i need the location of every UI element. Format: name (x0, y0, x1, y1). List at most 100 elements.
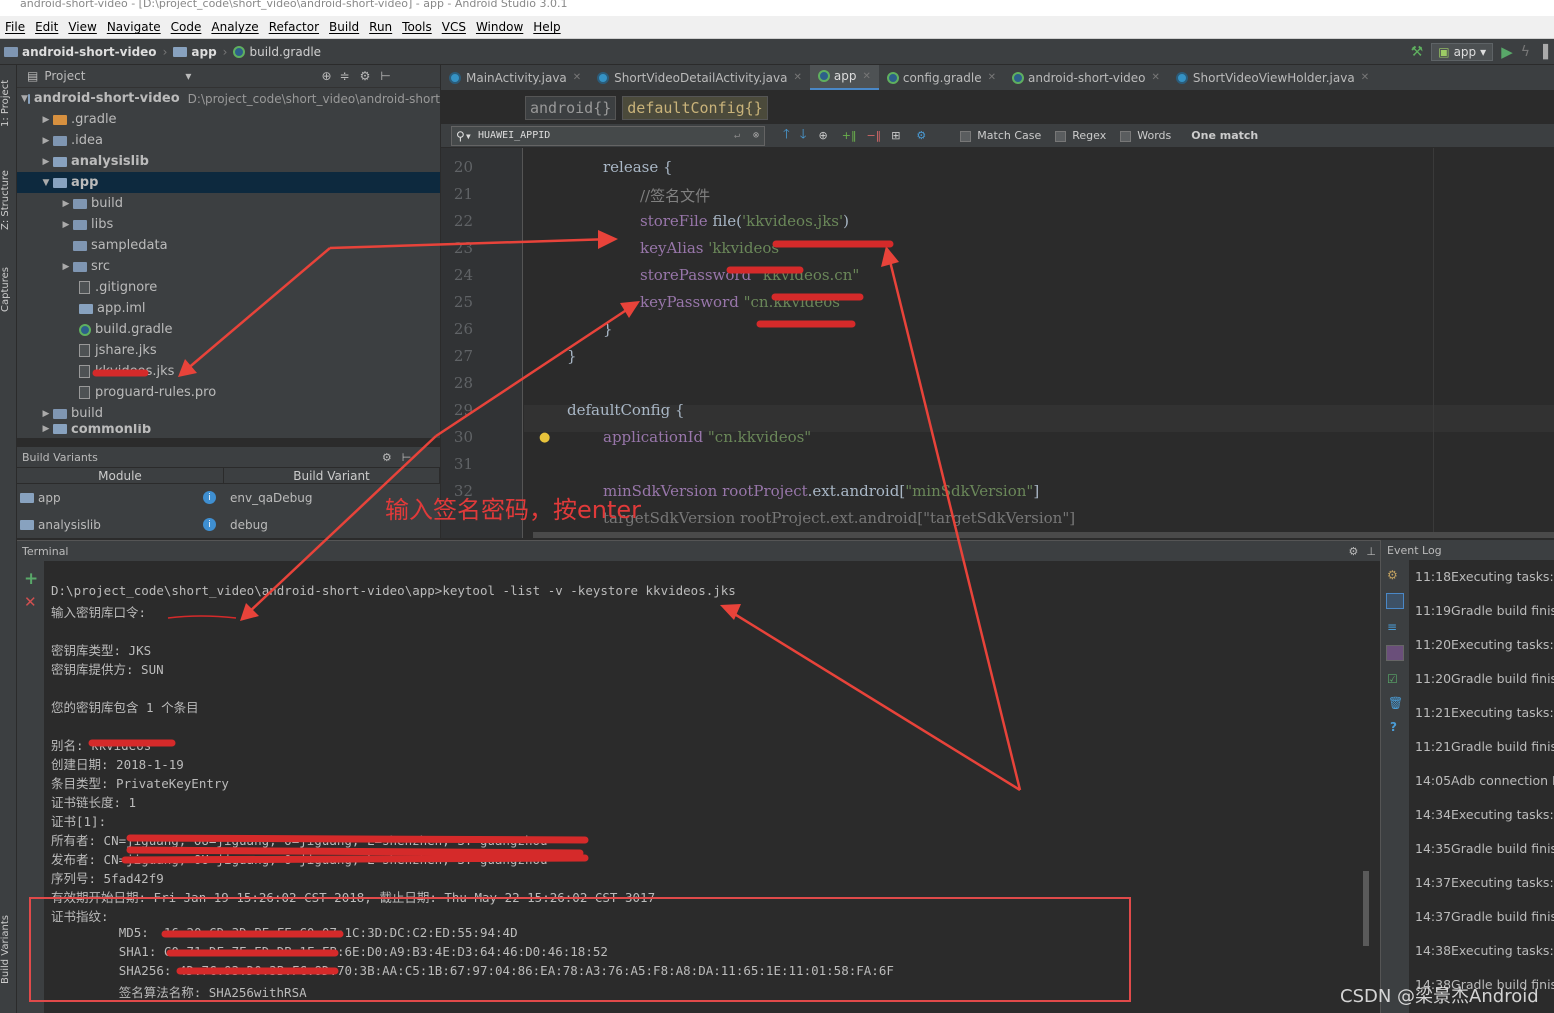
hide-icon[interactable]: ⊥ (1366, 545, 1376, 558)
tab-captures[interactable]: Captures (0, 255, 17, 325)
hide-icon[interactable]: ⊢ (380, 69, 390, 83)
tab-main-activity[interactable]: MainActivity.java ✕ (441, 65, 589, 90)
expand-arrow-icon[interactable]: ▼ (39, 178, 53, 188)
menu-refactor[interactable]: Refactor (264, 20, 324, 34)
menu-tools[interactable]: Tools (397, 20, 437, 34)
menu-edit[interactable]: Edit (30, 20, 63, 34)
menu-build[interactable]: Build (324, 20, 364, 34)
menu-vcs[interactable]: VCS (437, 20, 471, 34)
expand-arrow-icon[interactable]: ▶ (59, 199, 73, 209)
nav-file[interactable]: build.gradle (229, 45, 325, 59)
run-icon[interactable]: ▶ (1501, 43, 1513, 61)
hammer-icon[interactable]: ⚒ (1411, 44, 1424, 60)
gear-icon[interactable]: ⚙ (382, 451, 392, 464)
select-all-icon[interactable]: ⊞ (891, 129, 900, 142)
event-log-row[interactable]: 14:37Executing tasks: [:a (1415, 875, 1554, 890)
trash-icon[interactable]: 🗑 (1388, 696, 1403, 710)
settings-icon[interactable]: ⚙ (1387, 568, 1398, 582)
expand-arrow-icon[interactable]: ▶ (59, 262, 73, 272)
tab-short-video-detail[interactable]: ShortVideoDetailActivity.java ✕ (589, 65, 810, 90)
tree-root[interactable]: ▼ android-short-video D:\project_code\shor… (17, 88, 440, 109)
menu-window[interactable]: Window (471, 20, 528, 34)
expand-arrow-icon[interactable]: ▶ (39, 409, 53, 419)
expand-arrow-icon[interactable]: ▶ (39, 157, 53, 167)
tree-item[interactable]: sampledata (17, 235, 440, 256)
tab-config-gradle[interactable]: config.gradle ✕ (879, 65, 1004, 90)
tree-item[interactable]: ▶ commonlib (17, 424, 440, 434)
tab-view-holder[interactable]: ShortVideoViewHolder.java ✕ (1168, 65, 1377, 90)
tree-item[interactable]: ▶ build (17, 403, 440, 424)
tree-item[interactable]: ▶ libs (17, 214, 440, 235)
chevron-down-icon[interactable]: ▾ (185, 69, 191, 83)
close-icon[interactable]: ✕ (1361, 72, 1369, 83)
menu-navigate[interactable]: Navigate (102, 20, 166, 34)
close-icon[interactable]: ✕ (988, 72, 996, 83)
run-config-select[interactable]: ▣ app ▾ (1431, 43, 1494, 61)
menu-file[interactable]: File (0, 20, 30, 34)
event-log-row[interactable]: 14:34Executing tasks: [:a (1415, 807, 1554, 822)
event-log-row[interactable]: 14:35Gradle build finish (1415, 841, 1554, 856)
event-log-row[interactable]: 14:05Adb connection Er (1415, 773, 1554, 788)
event-log-row[interactable]: 11:21Gradle build finish (1415, 739, 1554, 754)
arrow-up-icon[interactable]: 🡑 (783, 125, 790, 147)
stop-icon[interactable]: ▐ (1538, 45, 1548, 60)
lightning-icon[interactable]: ϟ (1521, 44, 1530, 60)
expand-arrow-icon[interactable]: ▼ (21, 94, 28, 104)
expand-arrow-icon[interactable]: ▶ (39, 424, 53, 434)
event-log-row[interactable]: 14:37Gradle build finish (1415, 909, 1554, 924)
event-log-row[interactable]: 11:20Executing tasks: [:a (1415, 637, 1554, 652)
arrow-down-icon[interactable]: 🡓 (800, 125, 807, 147)
match-case-checkbox[interactable]: Match Case (960, 129, 1041, 142)
close-icon[interactable]: ✕ (573, 72, 581, 83)
close-icon[interactable]: ✕ (862, 71, 870, 82)
menu-help[interactable]: Help (528, 20, 565, 34)
close-icon[interactable]: ✕ (1152, 72, 1160, 83)
event-log-row[interactable]: 14:38Executing tasks: [:a (1415, 943, 1554, 958)
event-log-row[interactable]: 11:19Gradle build finish (1415, 603, 1554, 618)
help-icon[interactable]: ? (1390, 720, 1397, 734)
mark-read-icon[interactable]: ☑ (1387, 672, 1398, 686)
bulb-icon[interactable]: ● (539, 430, 550, 445)
add-icon[interactable]: + (24, 569, 38, 589)
search-input[interactable]: ⚲▾ HUAWEI_APPID ↵ ⊗ (451, 125, 765, 146)
tab-build-variants[interactable]: Build Variants (0, 905, 17, 995)
filter-icon[interactable]: ≡ (1387, 620, 1397, 634)
table-row[interactable]: analysislib i debug (17, 511, 440, 538)
close-icon[interactable]: ✕ (793, 72, 801, 83)
tab-project-gradle[interactable]: android-short-video ✕ (1004, 65, 1168, 90)
tree-item[interactable]: ▶ .idea (17, 130, 440, 151)
tree-item[interactable]: build.gradle (17, 319, 440, 340)
add-occurrence-icon[interactable]: +‖ (842, 129, 857, 142)
hide-icon[interactable]: ⊢ (402, 451, 412, 464)
col-build-variant[interactable]: Build Variant (224, 468, 440, 483)
clear-icon[interactable]: ⊗ (753, 130, 759, 141)
menu-run[interactable]: Run (364, 20, 397, 34)
breadcrumb-default-config[interactable]: defaultConfig{} (622, 95, 768, 120)
tree-item[interactable]: .gitignore (17, 277, 440, 298)
nav-project[interactable]: android-short-video (0, 45, 161, 59)
tree-item[interactable]: ▶ .gradle (17, 109, 440, 130)
close-icon[interactable]: ✕ (24, 593, 37, 611)
tree-item[interactable]: ▶ src (17, 256, 440, 277)
terminal-scrollbar[interactable] (1363, 871, 1369, 946)
expand-arrow-icon[interactable]: ▶ (39, 136, 53, 146)
horizontal-scrollbar[interactable] (533, 532, 1554, 538)
remove-occurrence-icon[interactable]: −‖ (866, 129, 881, 142)
tree-item-selected[interactable]: ▼ app (17, 172, 440, 193)
tab-project[interactable]: 1: Project (0, 73, 17, 133)
menu-analyze[interactable]: Analyze (206, 20, 263, 34)
tab-app-gradle[interactable]: app ✕ (809, 65, 879, 90)
filter-gear-icon[interactable]: ⚙ (916, 129, 926, 142)
gear-icon[interactable]: ⚙ (360, 69, 371, 83)
scroll-end-icon[interactable] (1386, 645, 1404, 661)
tree-item[interactable]: app.iml (17, 298, 440, 319)
breadcrumb-android[interactable]: android{} (525, 95, 617, 120)
col-module[interactable]: Module (17, 468, 224, 483)
balloon-icon[interactable] (1386, 593, 1404, 609)
menu-code[interactable]: Code (166, 20, 207, 34)
gear-icon[interactable]: ⚙ (1349, 545, 1359, 558)
expand-arrow-icon[interactable]: ▶ (39, 115, 53, 125)
event-log-row[interactable]: 11:21Executing tasks: [:a (1415, 705, 1554, 720)
words-checkbox[interactable]: Words (1120, 129, 1171, 142)
expand-arrow-icon[interactable]: ▶ (59, 220, 73, 230)
